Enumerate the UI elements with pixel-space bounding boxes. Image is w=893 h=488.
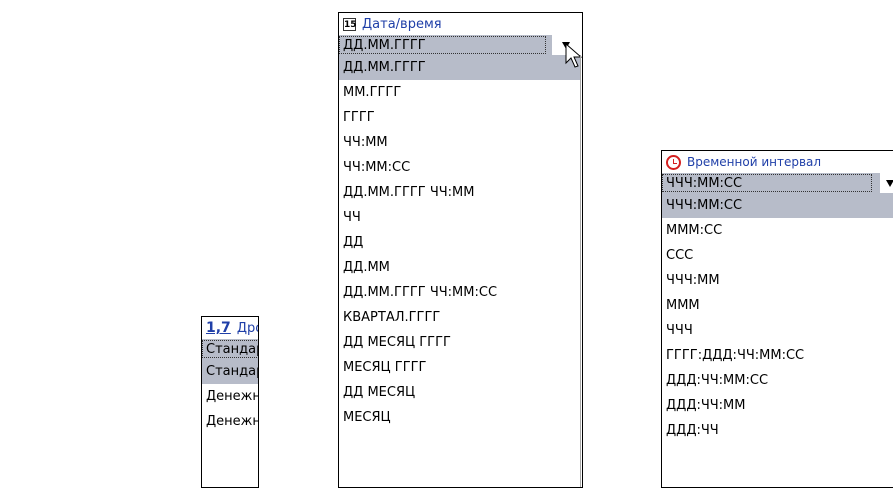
datetime-combobox[interactable]: ДД.ММ.ГГГГ (339, 35, 552, 55)
list-item[interactable]: ДД (339, 230, 582, 255)
fractional-combobox-field[interactable]: Стандартный (202, 339, 258, 359)
list-item[interactable]: МММ (662, 293, 893, 318)
list-item[interactable]: ММ.ГГГГ (339, 80, 582, 105)
list-item[interactable]: ДД МЕСЯЦ ГГГГ (339, 330, 582, 355)
list-item[interactable]: КВАРТАЛ.ГГГГ (339, 305, 582, 330)
datetime-format-panel: 15 Дата/время ДД.ММ.ГГГГ ДД.ММ.ГГГГ ММ.Г… (338, 12, 583, 488)
list-item[interactable]: ЧЧ (339, 205, 582, 230)
calendar-icon: 15 (343, 17, 357, 31)
list-item[interactable]: ДДД:ЧЧ:ММ (662, 393, 893, 418)
clock-icon (666, 154, 681, 170)
interval-options-list: ЧЧЧ:ММ:СС МММ:СС ССС ЧЧЧ:ММ МММ ЧЧЧ ГГГГ… (662, 193, 893, 443)
list-item[interactable]: ССС (662, 243, 893, 268)
list-item[interactable]: ЧЧЧ:ММ:СС (662, 193, 893, 218)
interval-title: Временной интервал (687, 155, 822, 169)
list-item[interactable]: ДД.ММ.ГГГГ ЧЧ:ММ:СС (339, 280, 582, 305)
list-item[interactable]: ДД.ММ (339, 255, 582, 280)
fractional-selected-value: Стандартный (202, 340, 258, 358)
list-item[interactable]: Денежный (202, 384, 258, 409)
list-item[interactable]: ЧЧ:ММ (339, 130, 582, 155)
list-item[interactable]: ЧЧЧ:ММ (662, 268, 893, 293)
list-item[interactable]: ГГГГ (339, 105, 582, 130)
list-item[interactable]: ДДД:ЧЧ (662, 418, 893, 443)
list-item[interactable]: Стандартный (202, 359, 258, 384)
list-divider (580, 55, 581, 487)
list-item[interactable]: ДД.ММ.ГГГГ (339, 55, 580, 80)
list-item[interactable]: МЕСЯЦ (339, 405, 582, 430)
datetime-header: 15 Дата/время (339, 13, 582, 35)
list-item[interactable]: Денежный прописью (202, 409, 258, 434)
fraction-icon: 1,7 (206, 320, 231, 336)
fractional-title: Дробное (236, 320, 258, 336)
interval-format-panel: Временной интервал ЧЧЧ:ММ:СС ЧЧЧ:ММ:СС М… (661, 150, 893, 488)
fractional-header: 1,7 Дробное (202, 317, 258, 339)
list-item[interactable]: ДД МЕСЯЦ (339, 380, 582, 405)
list-item[interactable]: МЕСЯЦ ГГГГ (339, 355, 582, 380)
interval-combobox[interactable]: ЧЧЧ:ММ:СС (662, 173, 880, 193)
list-item[interactable]: ДДД:ЧЧ:ММ:СС (662, 368, 893, 393)
list-item[interactable]: ГГГГ:ДДД:ЧЧ:ММ:СС (662, 343, 893, 368)
list-item[interactable]: ЧЧЧ (662, 318, 893, 343)
datetime-options-list: ДД.ММ.ГГГГ ММ.ГГГГ ГГГГ ЧЧ:ММ ЧЧ:ММ:СС Д… (339, 55, 582, 430)
datetime-title: Дата/время (362, 16, 442, 32)
datetime-selected-value: ДД.ММ.ГГГГ (339, 36, 546, 54)
interval-selected-value: ЧЧЧ:ММ:СС (662, 174, 872, 192)
interval-header: Временной интервал (662, 151, 893, 173)
list-item[interactable]: МММ:СС (662, 218, 893, 243)
list-item[interactable]: ДД.ММ.ГГГГ ЧЧ:ММ (339, 180, 582, 205)
fractional-format-dropdown-widget: 1,7 Дробное Стандартный Стандартный Дене… (201, 316, 259, 488)
chevron-down-icon[interactable] (886, 180, 893, 187)
list-item[interactable]: ЧЧ:ММ:СС (339, 155, 582, 180)
fractional-options-list: Стандартный Денежный Денежный прописью (202, 359, 258, 434)
